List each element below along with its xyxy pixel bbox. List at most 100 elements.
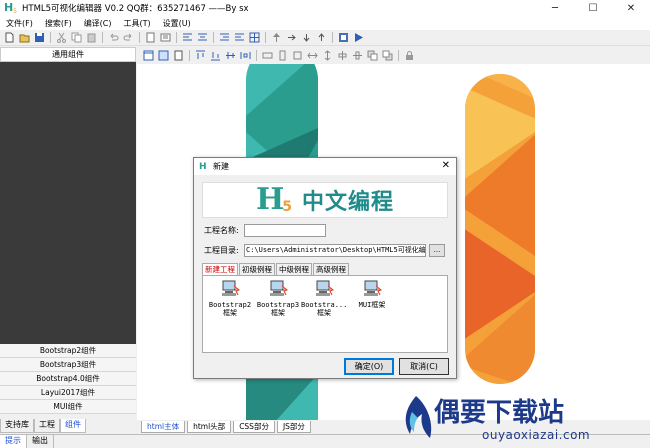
cancel-button[interactable]: 取消(C) bbox=[399, 358, 449, 375]
send-back-icon[interactable] bbox=[382, 50, 393, 61]
outdent-icon[interactable] bbox=[234, 32, 245, 43]
lock-icon[interactable] bbox=[404, 50, 415, 61]
close-button[interactable]: ✕ bbox=[612, 0, 650, 16]
tab-js[interactable]: JS部分 bbox=[276, 420, 311, 433]
align-bottom-icon[interactable] bbox=[210, 50, 221, 61]
tab-intermediate-examples[interactable]: 中级例程 bbox=[276, 263, 312, 275]
template-name: Bootstra... bbox=[301, 301, 348, 309]
document-icon[interactable] bbox=[173, 50, 184, 61]
tab-html-head[interactable]: html头部 bbox=[187, 420, 232, 433]
undo-icon[interactable] bbox=[108, 32, 119, 43]
dialog-close-button[interactable]: ✕ bbox=[442, 160, 450, 171]
window-titlebar: H5 HTML5可视化编辑器 V0.2 QQ群：635271467 ——By s… bbox=[0, 0, 650, 16]
toolbar-divider bbox=[176, 32, 177, 43]
list-view-icon[interactable] bbox=[160, 32, 171, 43]
group-layui[interactable]: Layui2017组件 bbox=[0, 386, 136, 400]
template-name: Bootstrap2 bbox=[208, 301, 252, 309]
app-logo-icon: H5 bbox=[4, 1, 17, 16]
tab-new-project[interactable]: 新建工程 bbox=[202, 263, 238, 275]
toolbar-divider bbox=[139, 32, 140, 43]
pin-icon[interactable] bbox=[271, 32, 282, 43]
group-bootstrap4[interactable]: Bootstrap4.0组件 bbox=[0, 372, 136, 386]
tab-components[interactable]: 组件 bbox=[60, 419, 86, 433]
computer-template-icon bbox=[270, 280, 289, 296]
template-item[interactable]: Bootstra... 框架 bbox=[301, 280, 347, 317]
template-item[interactable]: Bootstrap2 框架 bbox=[207, 280, 253, 317]
maximize-button[interactable]: ☐ bbox=[574, 0, 612, 16]
group-bootstrap3[interactable]: Bootstrap3组件 bbox=[0, 358, 136, 372]
dialog-title: 新建 bbox=[213, 162, 229, 171]
browse-button[interactable]: ... bbox=[429, 244, 445, 257]
project-name-row: 工程名称: bbox=[204, 224, 326, 237]
minimize-button[interactable]: ─ bbox=[536, 0, 574, 16]
run-icon[interactable] bbox=[353, 32, 364, 43]
menu-compile[interactable]: 编译(C) bbox=[78, 18, 118, 29]
toolbar-divider bbox=[213, 32, 214, 43]
align-left-icon[interactable] bbox=[182, 32, 193, 43]
tab-advanced-examples[interactable]: 高级例程 bbox=[313, 263, 349, 275]
paste-icon[interactable] bbox=[86, 32, 97, 43]
tab-project[interactable]: 工程 bbox=[34, 419, 60, 433]
redo-icon[interactable] bbox=[123, 32, 134, 43]
template-item[interactable]: MUI框架 bbox=[349, 280, 395, 309]
tab-html-body[interactable]: html主体 bbox=[141, 420, 186, 433]
same-width-icon[interactable] bbox=[262, 50, 273, 61]
window-icon[interactable] bbox=[158, 50, 169, 61]
tab-basic-examples[interactable]: 初级例程 bbox=[239, 263, 275, 275]
project-name-label: 工程名称: bbox=[204, 226, 239, 235]
project-name-input[interactable] bbox=[244, 224, 326, 237]
indent-icon[interactable] bbox=[219, 32, 230, 43]
tab-hints[interactable]: 提示 bbox=[0, 435, 27, 448]
open-folder-icon[interactable] bbox=[19, 32, 30, 43]
align-top-icon[interactable] bbox=[195, 50, 206, 61]
template-type: 框架 bbox=[317, 309, 331, 317]
bring-front-icon[interactable] bbox=[367, 50, 378, 61]
save-icon[interactable] bbox=[34, 32, 45, 43]
group-mui[interactable]: MUI组件 bbox=[0, 400, 136, 414]
center-v-icon[interactable] bbox=[352, 50, 363, 61]
same-size-icon[interactable] bbox=[292, 50, 303, 61]
new-file-icon[interactable] bbox=[4, 32, 15, 43]
template-item[interactable]: Bootstrap3 框架 bbox=[255, 280, 301, 317]
site-watermark: 偶要下载站 ouyaoxiazai.com bbox=[394, 392, 650, 448]
orange-pill-shape bbox=[465, 74, 535, 384]
project-dir-input[interactable]: C:\Users\Administrator\Desktop\HTML5可视化编… bbox=[244, 244, 426, 257]
same-height-icon[interactable] bbox=[277, 50, 288, 61]
group-bootstrap2[interactable]: Bootstrap2组件 bbox=[0, 344, 136, 358]
template-name: MUI框架 bbox=[358, 301, 386, 309]
distribute-icon[interactable] bbox=[240, 50, 251, 61]
toolbar-divider bbox=[265, 32, 266, 43]
new-project-dialog: H 新建 ✕ H 5 中文编程 工程名称: 工程目录: C:\Users\Adm… bbox=[193, 157, 457, 379]
align-middle-icon[interactable] bbox=[225, 50, 236, 61]
arrow-down-icon[interactable] bbox=[301, 32, 312, 43]
ok-button[interactable]: 确定(O) bbox=[344, 358, 394, 375]
design-view-icon[interactable] bbox=[143, 50, 154, 61]
component-list-area[interactable] bbox=[0, 62, 136, 344]
panel-header: 通用组件 bbox=[0, 47, 136, 62]
spacing-v-icon[interactable] bbox=[322, 50, 333, 61]
tab-output[interactable]: 输出 bbox=[27, 435, 54, 448]
spacing-h-icon[interactable] bbox=[307, 50, 318, 61]
align-center-icon[interactable] bbox=[197, 32, 208, 43]
dialog-titlebar: H 新建 ✕ bbox=[194, 158, 456, 175]
arrow-right-icon[interactable] bbox=[286, 32, 297, 43]
arrow-up-icon[interactable] bbox=[316, 32, 327, 43]
dialog-logo-icon: H bbox=[199, 161, 207, 172]
template-type: 框架 bbox=[223, 309, 237, 317]
menu-bar: 文件(F) 搜索(F) 编译(C) 工具(T) 设置(U) bbox=[0, 16, 650, 30]
toolbar-divider bbox=[256, 50, 257, 61]
menu-tools[interactable]: 工具(T) bbox=[118, 18, 157, 29]
copy-icon[interactable] bbox=[71, 32, 82, 43]
main-toolbar bbox=[0, 30, 650, 46]
center-h-icon[interactable] bbox=[337, 50, 348, 61]
menu-search[interactable]: 搜索(F) bbox=[39, 18, 78, 29]
component-icon[interactable] bbox=[338, 32, 349, 43]
tab-css[interactable]: CSS部分 bbox=[233, 420, 275, 433]
menu-file[interactable]: 文件(F) bbox=[0, 18, 39, 29]
grid-icon[interactable] bbox=[249, 32, 260, 43]
template-name: Bootstrap3 bbox=[256, 301, 300, 309]
tab-support-library[interactable]: 支持库 bbox=[0, 419, 34, 433]
menu-settings[interactable]: 设置(U) bbox=[157, 18, 197, 29]
page-icon[interactable] bbox=[145, 32, 156, 43]
cut-icon[interactable] bbox=[56, 32, 67, 43]
